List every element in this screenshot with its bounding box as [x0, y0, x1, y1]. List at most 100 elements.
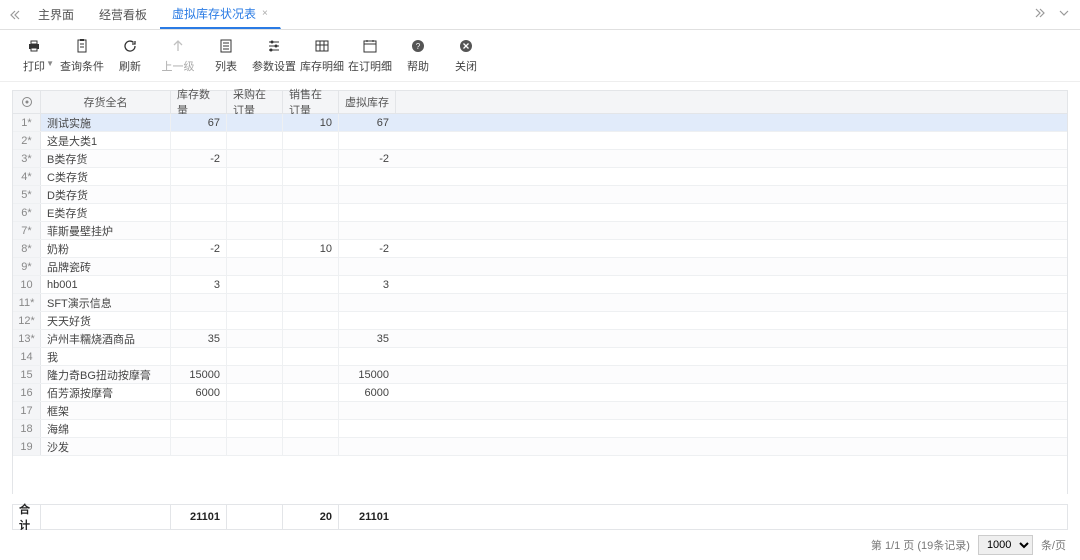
cell-sales: 10	[283, 240, 339, 257]
row-index: 4*	[13, 168, 41, 185]
totals-purchase	[227, 505, 283, 529]
table-row[interactable]: 7*菲斯曼壁挂炉	[13, 222, 1067, 240]
cell-purchase	[227, 438, 283, 455]
col-virtual[interactable]: 虚拟库存	[339, 91, 395, 113]
table-row[interactable]: 9*品牌瓷砖	[13, 258, 1067, 276]
table-row[interactable]: 1*测试实施671067	[13, 114, 1067, 132]
cell-virtual	[339, 312, 395, 329]
row-index: 13*	[13, 330, 41, 347]
table-row[interactable]: 2*这是大类1	[13, 132, 1067, 150]
cell-name: 我	[41, 348, 171, 365]
table-row[interactable]: 18海绵	[13, 420, 1067, 438]
cell-purchase	[227, 276, 283, 293]
close-icon[interactable]: ×	[262, 8, 268, 19]
tabs-prev-icon[interactable]	[4, 4, 26, 26]
row-index: 5*	[13, 186, 41, 203]
tab-main[interactable]: 主界面	[26, 0, 87, 29]
filter-button[interactable]: 查询条件	[58, 37, 106, 74]
row-index: 15	[13, 366, 41, 383]
table-row[interactable]: 11*SFT演示信息	[13, 294, 1067, 312]
tab-label: 虚拟库存状况表	[172, 5, 256, 22]
row-index: 7*	[13, 222, 41, 239]
tab-dashboard[interactable]: 经营看板	[87, 0, 160, 29]
cell-virtual	[339, 348, 395, 365]
cell-virtual	[339, 204, 395, 221]
table-row[interactable]: 8*奶粉-210-2	[13, 240, 1067, 258]
table-row[interactable]: 15隆力奇BG扭动按摩膏1500015000	[13, 366, 1067, 384]
table-row[interactable]: 13*泸州丰糯烧酒商品3535	[13, 330, 1067, 348]
col-name[interactable]: 存货全名	[41, 91, 171, 113]
gear-icon[interactable]	[13, 91, 41, 113]
totals-label: 合计	[13, 505, 41, 529]
cell-purchase	[227, 132, 283, 149]
tab-label: 经营看板	[99, 6, 147, 23]
table-row[interactable]: 14我	[13, 348, 1067, 366]
col-stock[interactable]: 库存数量	[171, 91, 227, 113]
cell-virtual: 6000	[339, 384, 395, 401]
cell-virtual	[339, 420, 395, 437]
cell-sales	[283, 330, 339, 347]
row-index: 14	[13, 348, 41, 365]
close-button[interactable]: 关闭	[442, 37, 490, 74]
cell-name: 泸州丰糯烧酒商品	[41, 330, 171, 347]
cell-name: 菲斯曼壁挂炉	[41, 222, 171, 239]
table-row[interactable]: 19沙发	[13, 438, 1067, 456]
table-row[interactable]: 6*E类存货	[13, 204, 1067, 222]
row-index: 1*	[13, 114, 41, 131]
refresh-icon	[121, 37, 139, 55]
pager-info: 第 1/1 页 (19条记录)	[871, 537, 970, 553]
cell-virtual: 3	[339, 276, 395, 293]
list-button[interactable]: 列表	[202, 37, 250, 74]
table-row[interactable]: 3*B类存货-2-2	[13, 150, 1067, 168]
help-button[interactable]: ? 帮助	[394, 37, 442, 74]
params-button[interactable]: 参数设置	[250, 37, 298, 74]
cell-name: 天天好货	[41, 312, 171, 329]
cell-stock: 15000	[171, 366, 227, 383]
tabs-next-icon[interactable]	[1030, 3, 1050, 23]
page-size-select[interactable]: 1000	[978, 535, 1033, 555]
row-index: 6*	[13, 204, 41, 221]
cell-sales	[283, 438, 339, 455]
cell-purchase	[227, 114, 283, 131]
cell-sales	[283, 420, 339, 437]
cell-sales	[283, 294, 339, 311]
up-level-button[interactable]: 上一级	[154, 37, 202, 74]
col-purchase[interactable]: 采购在订量	[227, 91, 283, 113]
tab-virtual-stock[interactable]: 虚拟库存状况表 ×	[160, 0, 281, 29]
cell-stock	[171, 294, 227, 311]
table-row[interactable]: 10hb00133	[13, 276, 1067, 294]
cell-purchase	[227, 186, 283, 203]
list-icon	[217, 37, 235, 55]
cell-name: 测试实施	[41, 114, 171, 131]
cell-purchase	[227, 168, 283, 185]
cell-name: 沙发	[41, 438, 171, 455]
table-row[interactable]: 5*D类存货	[13, 186, 1067, 204]
table-row[interactable]: 4*C类存货	[13, 168, 1067, 186]
cell-sales	[283, 312, 339, 329]
table-row[interactable]: 17框架	[13, 402, 1067, 420]
table-row[interactable]: 16佰芳源按摩膏60006000	[13, 384, 1067, 402]
cell-name: 佰芳源按摩膏	[41, 384, 171, 401]
row-index: 8*	[13, 240, 41, 257]
chevron-down-icon: ▼	[382, 59, 390, 68]
order-detail-button[interactable]: 在订明细 ▼	[346, 37, 394, 74]
col-sales[interactable]: 销售在订量	[283, 91, 339, 113]
cell-virtual	[339, 168, 395, 185]
cell-stock	[171, 204, 227, 221]
refresh-button[interactable]: 刷新	[106, 37, 154, 74]
print-button[interactable]: 打印 ▼	[10, 37, 58, 74]
calendar-icon	[361, 37, 379, 55]
cell-stock	[171, 438, 227, 455]
chevron-down-icon: ▼	[46, 59, 54, 68]
stock-detail-button[interactable]: 库存明细	[298, 37, 346, 74]
cell-name: B类存货	[41, 150, 171, 167]
table-row[interactable]: 12*天天好货	[13, 312, 1067, 330]
table-body[interactable]: 1*测试实施6710672*这是大类13*B类存货-2-24*C类存货5*D类存…	[12, 114, 1068, 494]
cell-name: D类存货	[41, 186, 171, 203]
row-index: 18	[13, 420, 41, 437]
cell-virtual: 67	[339, 114, 395, 131]
cell-virtual	[339, 402, 395, 419]
cell-name: C类存货	[41, 168, 171, 185]
tabs-dropdown-icon[interactable]	[1054, 3, 1074, 23]
arrow-up-icon	[169, 37, 187, 55]
